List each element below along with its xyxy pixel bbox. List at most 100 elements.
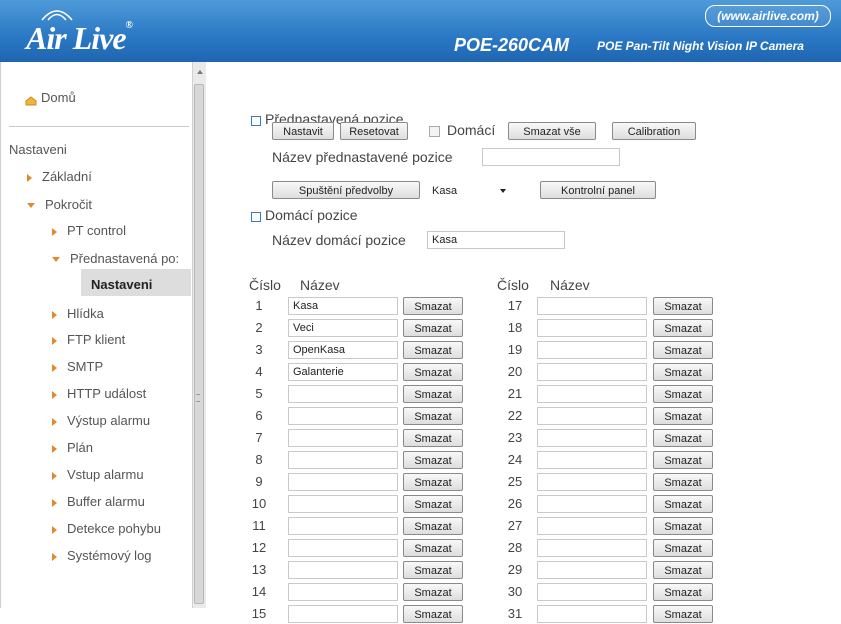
calibration-button[interactable]: Calibration bbox=[612, 122, 696, 140]
preset-select[interactable]: Kasa bbox=[428, 181, 510, 201]
delete-preset-button[interactable]: Smazat bbox=[403, 495, 463, 513]
preset-name-field[interactable]: OpenKasa bbox=[288, 341, 398, 359]
preset-name-field[interactable] bbox=[537, 363, 647, 381]
delete-preset-button[interactable]: Smazat bbox=[403, 363, 463, 381]
preset-name-field[interactable] bbox=[288, 561, 398, 579]
delete-preset-button[interactable]: Smazat bbox=[403, 407, 463, 425]
sidebar-item-advanced[interactable]: Pokročit bbox=[27, 197, 92, 212]
preset-name-field[interactable] bbox=[288, 385, 398, 403]
expand-arrow-icon bbox=[52, 498, 57, 507]
preset-name-field[interactable] bbox=[288, 407, 398, 425]
set-button[interactable]: Nastavit bbox=[272, 122, 334, 140]
preset-name-field[interactable] bbox=[288, 429, 398, 447]
preset-name-field[interactable] bbox=[537, 517, 647, 535]
reset-button[interactable]: Resetovat bbox=[340, 122, 408, 140]
sidebar-item-alarm-in[interactable]: Vstup alarmu bbox=[52, 467, 144, 482]
preset-number: 20 bbox=[507, 364, 523, 379]
delete-preset-button[interactable]: Smazat bbox=[403, 297, 463, 315]
delete-preset-button[interactable]: Smazat bbox=[653, 363, 713, 381]
preset-name-field[interactable] bbox=[288, 495, 398, 513]
preset-name-field[interactable] bbox=[288, 517, 398, 535]
delete-preset-button[interactable]: Smazat bbox=[653, 385, 713, 403]
delete-preset-button[interactable]: Smazat bbox=[403, 341, 463, 359]
preset-name-field[interactable]: Veci bbox=[288, 319, 398, 337]
delete-preset-button[interactable]: Smazat bbox=[653, 297, 713, 315]
delete-preset-button[interactable]: Smazat bbox=[653, 561, 713, 579]
preset-number: 2 bbox=[255, 320, 263, 335]
control-panel-button[interactable]: Kontrolní panel bbox=[540, 181, 656, 199]
website-link[interactable]: (www.airlive.com) bbox=[705, 5, 831, 27]
sidebar-item-home[interactable]: Domů bbox=[25, 90, 76, 106]
delete-preset-button[interactable]: Smazat bbox=[653, 517, 713, 535]
sidebar-item-http-event[interactable]: HTTP událost bbox=[52, 386, 146, 401]
delete-preset-button[interactable]: Smazat bbox=[403, 451, 463, 469]
preset-number: 17 bbox=[507, 298, 523, 313]
delete-preset-button[interactable]: Smazat bbox=[403, 561, 463, 579]
preset-name-field[interactable] bbox=[537, 583, 647, 601]
preset-name-field[interactable] bbox=[288, 583, 398, 601]
scrollbar-thumb[interactable] bbox=[194, 84, 204, 604]
preset-name-field[interactable] bbox=[537, 407, 647, 425]
sidebar-item-ftp[interactable]: FTP klient bbox=[52, 332, 125, 347]
sidebar-section-settings: Nastaveni bbox=[9, 142, 67, 157]
delete-preset-button[interactable]: Smazat bbox=[653, 319, 713, 337]
preset-name-field[interactable] bbox=[537, 539, 647, 557]
preset-name-field[interactable] bbox=[288, 539, 398, 557]
delete-preset-button[interactable]: Smazat bbox=[403, 517, 463, 535]
delete-preset-button[interactable]: Smazat bbox=[653, 429, 713, 447]
sidebar-item-label: Domů bbox=[41, 90, 76, 105]
preset-number: 23 bbox=[507, 430, 523, 445]
sidebar: Domů Nastaveni Základní Pokročit PT cont… bbox=[0, 62, 193, 608]
sidebar-item-label: SMTP bbox=[67, 359, 104, 374]
delete-preset-button[interactable]: Smazat bbox=[403, 473, 463, 491]
sidebar-item-preset[interactable]: Přednastavená po: bbox=[52, 251, 179, 266]
sidebar-item-motion[interactable]: Detekce pohybu bbox=[52, 521, 161, 536]
sidebar-item-basic[interactable]: Základní bbox=[27, 169, 92, 184]
preset-name-input[interactable] bbox=[482, 148, 620, 166]
sidebar-item-alarm-buffer[interactable]: Buffer alarmu bbox=[52, 494, 145, 509]
delete-preset-button[interactable]: Smazat bbox=[403, 583, 463, 601]
delete-preset-button[interactable]: Smazat bbox=[403, 385, 463, 403]
preset-name-field[interactable]: Kasa bbox=[288, 297, 398, 315]
preset-name-field[interactable] bbox=[537, 297, 647, 315]
scrollbar-grip-icon bbox=[196, 394, 200, 402]
delete-preset-button[interactable]: Smazat bbox=[653, 451, 713, 469]
preset-name-field[interactable] bbox=[537, 385, 647, 403]
delete-preset-button[interactable]: Smazat bbox=[653, 583, 713, 601]
sidebar-item-pt-control[interactable]: PT control bbox=[52, 223, 126, 238]
delete-all-button[interactable]: Smazat vše bbox=[508, 122, 596, 140]
sidebar-item-syslog[interactable]: Systémový log bbox=[52, 548, 152, 563]
delete-preset-button[interactable]: Smazat bbox=[653, 539, 713, 557]
preset-name-field[interactable] bbox=[537, 429, 647, 447]
column-header-name: Název bbox=[550, 277, 590, 293]
sidebar-item-preset-settings[interactable]: Nastaveni bbox=[91, 277, 152, 292]
delete-preset-button[interactable]: Smazat bbox=[403, 319, 463, 337]
preset-name-field[interactable] bbox=[288, 451, 398, 469]
sidebar-item-schedule[interactable]: Plán bbox=[52, 440, 93, 455]
delete-preset-button[interactable]: Smazat bbox=[653, 407, 713, 425]
scroll-up-icon[interactable] bbox=[197, 70, 203, 74]
preset-name-field[interactable]: Galanterie bbox=[288, 363, 398, 381]
expand-arrow-icon bbox=[52, 310, 57, 319]
delete-preset-button[interactable]: Smazat bbox=[403, 539, 463, 557]
home-checkbox[interactable] bbox=[429, 126, 440, 137]
preset-name-field[interactable] bbox=[537, 473, 647, 491]
preset-name-field[interactable] bbox=[537, 561, 647, 579]
delete-preset-button[interactable]: Smazat bbox=[403, 429, 463, 447]
delete-preset-button[interactable]: Smazat bbox=[653, 341, 713, 359]
run-preset-button[interactable]: Spuštění předvolby bbox=[272, 181, 420, 199]
preset-number: 31 bbox=[507, 606, 523, 621]
preset-name-field[interactable] bbox=[537, 451, 647, 469]
preset-name-field[interactable] bbox=[537, 319, 647, 337]
preset-name-field[interactable] bbox=[537, 341, 647, 359]
preset-number: 24 bbox=[507, 452, 523, 467]
home-name-input[interactable]: Kasa bbox=[427, 231, 565, 249]
preset-name-field[interactable] bbox=[288, 473, 398, 491]
sidebar-item-patrol[interactable]: Hlídka bbox=[52, 306, 104, 321]
sidebar-item-alarm-out[interactable]: Výstup alarmu bbox=[52, 413, 150, 428]
preset-name-field[interactable] bbox=[537, 495, 647, 513]
delete-preset-button[interactable]: Smazat bbox=[653, 473, 713, 491]
sidebar-item-smtp[interactable]: SMTP bbox=[52, 359, 103, 374]
sidebar-scrollbar[interactable] bbox=[192, 62, 206, 608]
delete-preset-button[interactable]: Smazat bbox=[653, 495, 713, 513]
